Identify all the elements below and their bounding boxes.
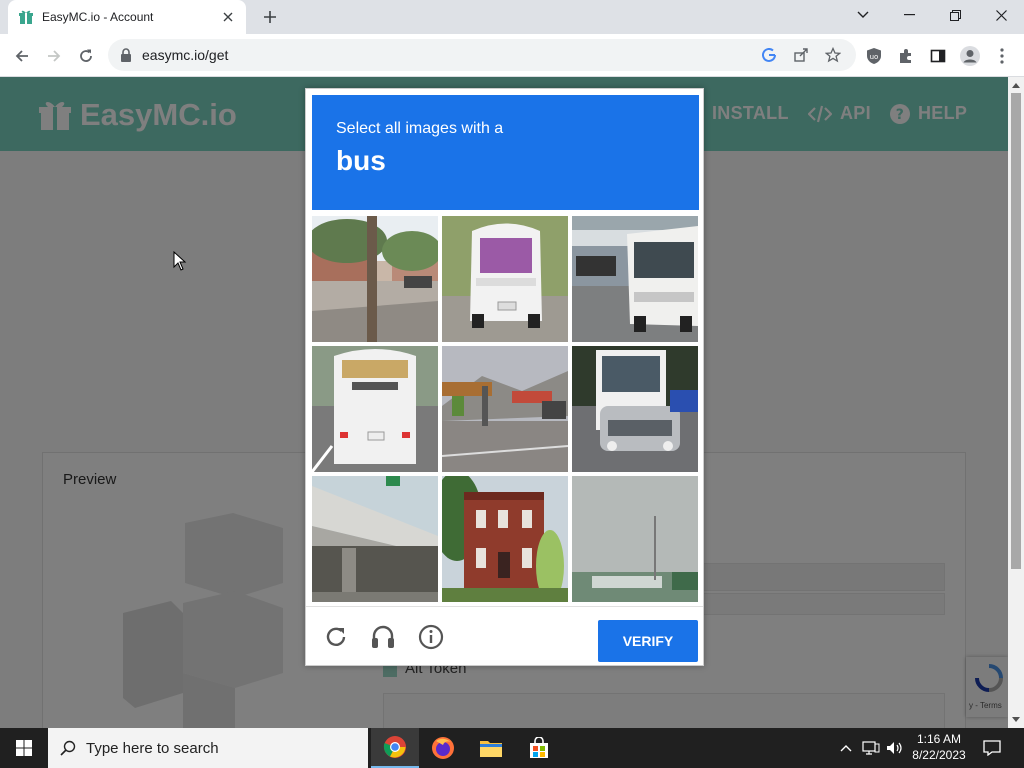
network-icon[interactable] — [860, 728, 882, 768]
challenge-header: Select all images with a bus — [312, 95, 699, 210]
challenge-footer: VERIFY — [306, 606, 703, 666]
recaptcha-challenge: Select all images with a bus VERIFY — [305, 88, 704, 666]
bookmark-star-icon[interactable] — [824, 46, 842, 64]
chrome-icon[interactable] — [371, 728, 419, 768]
captcha-tile-7[interactable] — [312, 476, 438, 602]
volume-icon[interactable] — [884, 728, 906, 768]
captcha-tile-3[interactable] — [572, 216, 698, 342]
file-explorer-icon[interactable] — [467, 728, 515, 768]
page-scrollbar[interactable] — [1008, 77, 1024, 728]
system-clock[interactable]: 1:16 AM 8/22/2023 — [905, 731, 973, 763]
verify-button[interactable]: VERIFY — [598, 620, 698, 662]
firefox-icon[interactable] — [419, 728, 467, 768]
captcha-tile-4[interactable] — [312, 346, 438, 472]
captcha-tile-2[interactable] — [442, 216, 568, 342]
browser-tab[interactable]: EasyMC.io - Account — [8, 0, 246, 34]
restore-button[interactable] — [932, 0, 978, 30]
scroll-thumb[interactable] — [1011, 93, 1021, 569]
chrome-menu-icon[interactable] — [991, 45, 1013, 67]
captcha-tile-9[interactable] — [572, 476, 698, 602]
tab-title: EasyMC.io - Account — [42, 10, 154, 24]
store-icon[interactable] — [515, 728, 563, 768]
forward-button[interactable] — [41, 43, 67, 69]
side-panel-icon[interactable] — [927, 45, 949, 67]
back-button[interactable] — [9, 43, 35, 69]
notification-center-icon[interactable] — [978, 728, 1006, 768]
tab-search-icon[interactable] — [840, 0, 886, 30]
captcha-tile-1[interactable] — [312, 216, 438, 342]
google-icon[interactable] — [760, 46, 778, 64]
windows-logo-icon — [16, 740, 32, 756]
start-button[interactable] — [0, 728, 48, 768]
profile-avatar-icon[interactable] — [959, 45, 981, 67]
scroll-down-arrow-icon[interactable] — [1012, 717, 1020, 722]
minimize-button[interactable] — [886, 0, 932, 30]
url-text[interactable]: easymc.io/get — [142, 47, 228, 63]
windows-taskbar: Type here to search 1:16 AM 8/22/2023 — [0, 728, 1024, 768]
lock-icon[interactable] — [120, 48, 134, 62]
challenge-instruction: Select all images with a — [336, 120, 504, 137]
captcha-tile-5[interactable] — [442, 346, 568, 472]
close-tab-icon[interactable] — [220, 9, 236, 25]
gift-favicon-icon — [18, 9, 34, 25]
svg-text:uo: uo — [870, 53, 879, 61]
captcha-tile-6[interactable] — [572, 346, 698, 472]
extensions-icon[interactable] — [895, 45, 917, 67]
taskbar-search-placeholder[interactable]: Type here to search — [86, 740, 219, 757]
new-tab-button[interactable] — [258, 6, 282, 28]
mouse-pointer-icon — [173, 250, 187, 276]
browser-toolbar: easymc.io/get uo — [0, 34, 1024, 77]
taskbar-search-box[interactable]: Type here to search — [48, 728, 368, 768]
show-hidden-icons-chevron-icon[interactable] — [836, 728, 856, 768]
clock-date: 8/22/2023 — [912, 748, 966, 762]
share-icon[interactable] — [792, 46, 810, 64]
headphones-icon[interactable] — [369, 623, 397, 651]
info-icon[interactable] — [417, 623, 445, 651]
address-bar[interactable]: easymc.io/get — [108, 39, 856, 71]
close-window-button[interactable] — [978, 0, 1024, 30]
clock-time: 1:16 AM — [916, 732, 962, 746]
captcha-tile-8[interactable] — [442, 476, 568, 602]
challenge-target: bus — [336, 145, 386, 176]
ublock-shield-icon[interactable]: uo — [863, 45, 885, 67]
scroll-up-arrow-icon[interactable] — [1012, 83, 1020, 88]
reload-button[interactable] — [73, 43, 99, 69]
reload-icon[interactable] — [322, 623, 350, 651]
tab-strip: EasyMC.io - Account — [0, 0, 1024, 34]
search-icon — [60, 740, 76, 756]
